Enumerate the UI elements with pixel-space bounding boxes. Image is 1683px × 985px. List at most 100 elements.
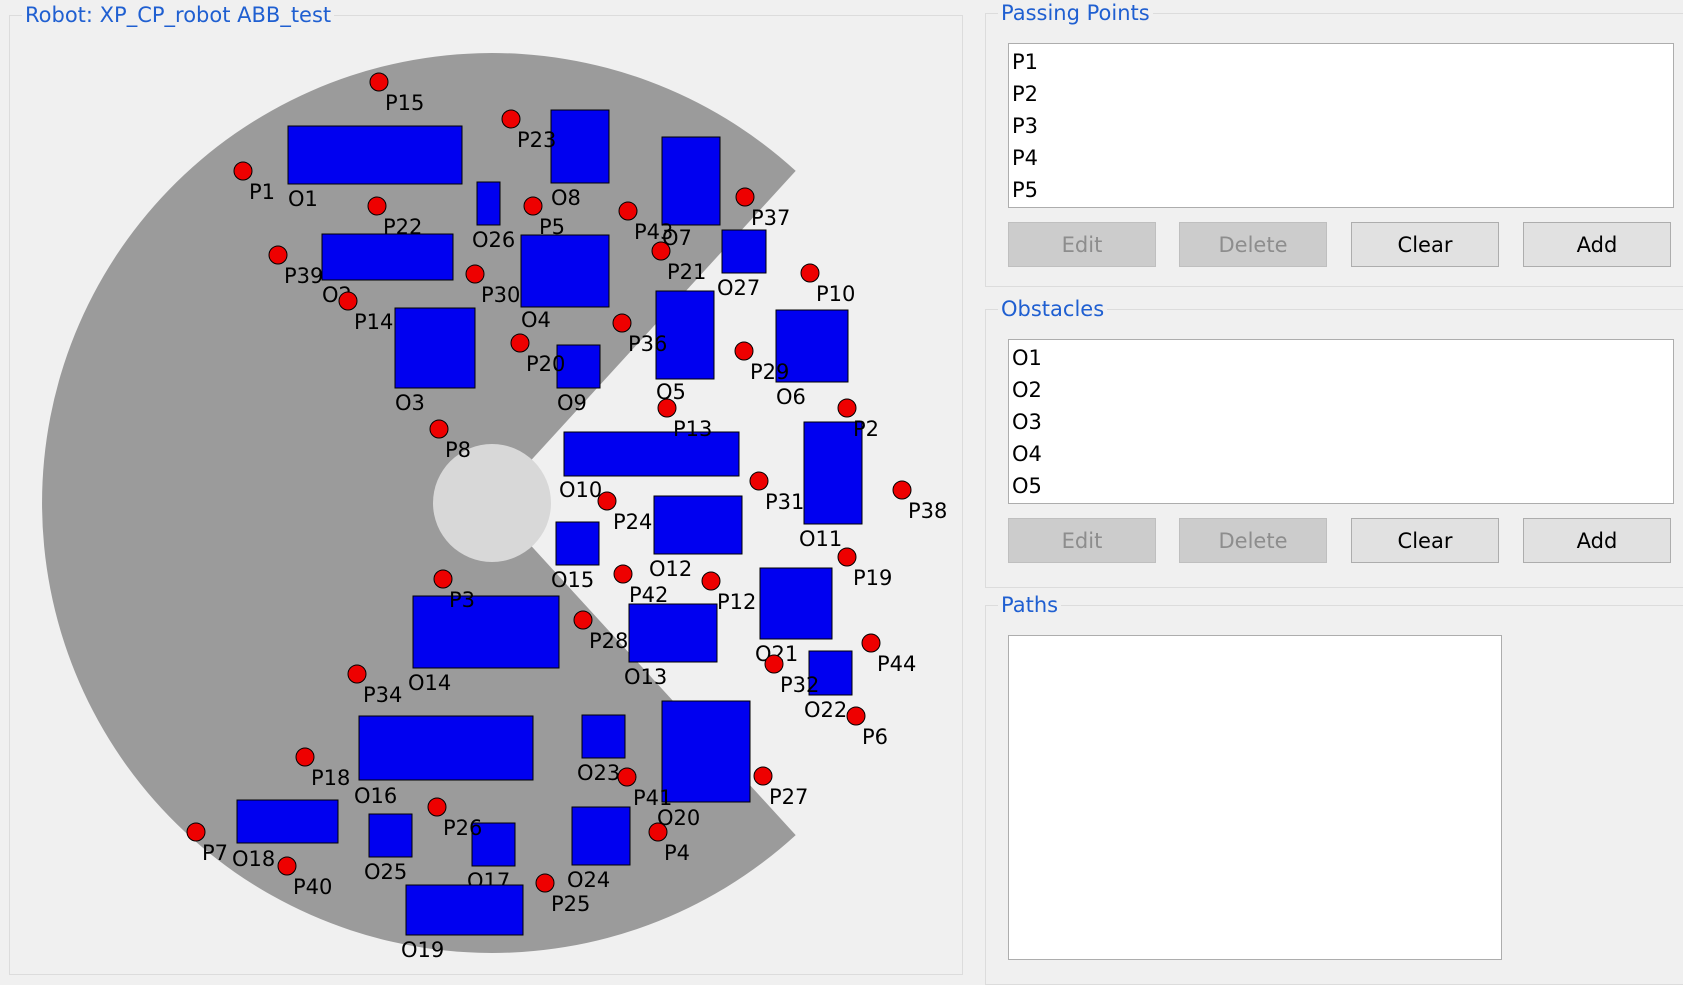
obstacle-rect[interactable] [759, 567, 833, 640]
passing-point-label: P39 [284, 264, 323, 288]
passing-point-marker[interactable] [613, 564, 633, 584]
obstacles-delete-button[interactable]: Delete [1179, 518, 1327, 563]
passing-point-label: P14 [354, 310, 393, 334]
passing-point-marker[interactable] [800, 263, 820, 283]
passing-point-marker[interactable] [186, 822, 206, 842]
passing-point-marker[interactable] [837, 398, 857, 418]
passing-point-list-item[interactable]: P1 [1009, 46, 1673, 78]
obstacle-list-item[interactable]: O1 [1009, 342, 1673, 374]
passing-point-marker[interactable] [753, 766, 773, 786]
passing-point-marker[interactable] [523, 196, 543, 216]
obstacle-rect[interactable] [394, 307, 476, 389]
obstacle-rect[interactable] [581, 714, 626, 759]
obstacle-rect[interactable] [287, 125, 463, 185]
passing-point-list-item[interactable]: P4 [1009, 142, 1673, 174]
passing-point-marker[interactable] [734, 341, 754, 361]
obstacle-rect[interactable] [476, 181, 501, 226]
obstacle-rect[interactable] [563, 431, 740, 477]
passing-point-marker[interactable] [597, 491, 617, 511]
passing-point-marker[interactable] [648, 822, 668, 842]
passing-point-marker[interactable] [295, 747, 315, 767]
obstacle-label: O6 [776, 385, 806, 409]
passing-point-marker[interactable] [465, 264, 485, 284]
passing-point-marker[interactable] [837, 547, 857, 567]
obstacles-edit-button[interactable]: Edit [1008, 518, 1156, 563]
obstacle-rect[interactable] [550, 109, 610, 184]
passing-point-label: P19 [853, 566, 892, 590]
passing-point-marker[interactable] [573, 610, 593, 630]
passing-point-marker[interactable] [657, 398, 677, 418]
obstacle-label: O3 [395, 391, 425, 415]
obstacle-rect[interactable] [321, 233, 454, 281]
passing-point-marker[interactable] [501, 109, 521, 129]
obstacle-rect[interactable] [520, 234, 610, 308]
obstacle-rect[interactable] [412, 595, 560, 669]
passing-point-label: P13 [673, 417, 712, 441]
passing-point-list-item[interactable]: P5 [1009, 174, 1673, 206]
passing-point-marker[interactable] [618, 201, 638, 221]
passing-points-clear-button[interactable]: Clear [1351, 222, 1499, 267]
passing-point-marker[interactable] [427, 797, 447, 817]
obstacles-clear-button[interactable]: Clear [1351, 518, 1499, 563]
passing-point-list-item[interactable]: P3 [1009, 110, 1673, 142]
passing-point-marker[interactable] [535, 873, 555, 893]
obstacle-label: O18 [232, 847, 275, 871]
obstacle-rect[interactable] [358, 715, 534, 781]
obstacle-rect[interactable] [661, 136, 721, 226]
passing-point-marker[interactable] [277, 856, 297, 876]
passing-point-marker[interactable] [429, 419, 449, 439]
passing-point-label: P22 [383, 215, 422, 239]
obstacle-rect[interactable] [661, 700, 751, 803]
passing-point-marker[interactable] [433, 569, 453, 589]
passing-point-marker[interactable] [612, 313, 632, 333]
passing-point-marker[interactable] [233, 161, 253, 181]
passing-point-marker[interactable] [617, 767, 637, 787]
passing-point-marker[interactable] [367, 196, 387, 216]
obstacles-list[interactable]: O1 O2 O3 O4 O5 [1008, 339, 1674, 504]
obstacle-rect[interactable] [628, 603, 718, 663]
passing-point-label: P7 [202, 841, 228, 865]
passing-points-edit-button[interactable]: Edit [1008, 222, 1156, 267]
passing-point-marker[interactable] [347, 664, 367, 684]
obstacle-rect[interactable] [571, 806, 631, 866]
passing-point-list-item[interactable]: P2 [1009, 78, 1673, 110]
paths-title: Paths [998, 592, 1062, 618]
obstacle-rect[interactable] [405, 884, 524, 936]
passing-point-label: P6 [862, 725, 888, 749]
workspace-canvas[interactable]: O1O2O3O4O5 O6O7O8O9O10O11O12O13O14O15O16O… [0, 0, 960, 973]
passing-point-marker[interactable] [764, 654, 784, 674]
passing-point-marker[interactable] [701, 571, 721, 591]
passing-point-marker[interactable] [369, 72, 389, 92]
obstacles-title: Obstacles [998, 296, 1108, 322]
obstacle-list-item[interactable]: O4 [1009, 438, 1673, 470]
paths-list[interactable] [1008, 635, 1502, 960]
passing-point-label: P32 [780, 673, 819, 697]
passing-point-marker[interactable] [510, 333, 530, 353]
obstacle-list-item[interactable]: O3 [1009, 406, 1673, 438]
obstacle-list-item[interactable]: O2 [1009, 374, 1673, 406]
obstacle-rect[interactable] [721, 229, 767, 274]
passing-point-marker[interactable] [846, 706, 866, 726]
passing-point-label: P28 [589, 629, 628, 653]
obstacle-label: O27 [717, 276, 760, 300]
obstacle-rect[interactable] [653, 495, 743, 555]
passing-points-add-button[interactable]: Add [1523, 222, 1671, 267]
passing-point-marker[interactable] [861, 633, 881, 653]
passing-points-delete-button[interactable]: Delete [1179, 222, 1327, 267]
passing-point-marker[interactable] [268, 245, 288, 265]
passing-point-marker[interactable] [735, 187, 755, 207]
passing-points-title: Passing Points [998, 0, 1153, 26]
passing-point-marker[interactable] [749, 471, 769, 491]
obstacles-add-button[interactable]: Add [1523, 518, 1671, 563]
passing-point-marker[interactable] [338, 291, 358, 311]
passing-point-marker[interactable] [651, 241, 671, 261]
obstacle-rect[interactable] [236, 799, 339, 844]
obstacle-label: O23 [577, 761, 620, 785]
obstacle-rect[interactable] [368, 813, 413, 858]
passing-point-label: P10 [816, 282, 855, 306]
passing-points-list[interactable]: P1 P2 P3 P4 P5 [1008, 43, 1674, 208]
obstacle-rect[interactable] [555, 521, 600, 566]
obstacle-list-item[interactable]: O5 [1009, 470, 1673, 502]
passing-point-marker[interactable] [892, 480, 912, 500]
obstacle-label: O26 [472, 228, 515, 252]
